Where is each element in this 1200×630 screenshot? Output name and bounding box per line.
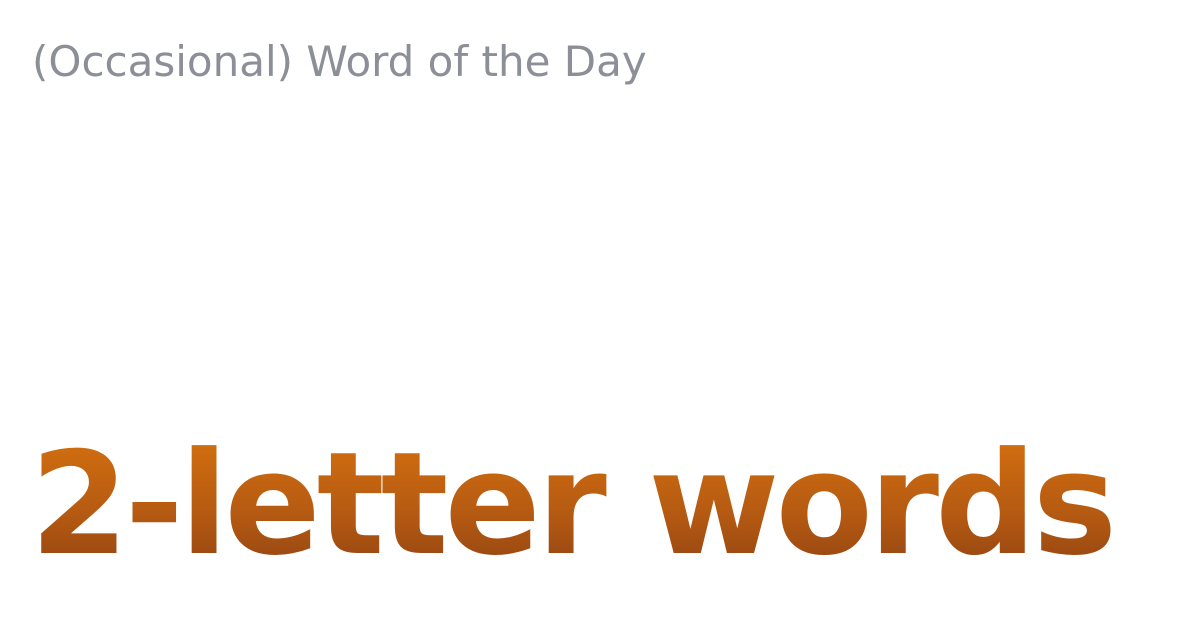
headline-title: 2-letter words (30, 420, 1117, 590)
social-share-card: (Occasional) Word of the Day 2-letter wo… (0, 0, 1200, 630)
series-label: (Occasional) Word of the Day (32, 37, 647, 86)
